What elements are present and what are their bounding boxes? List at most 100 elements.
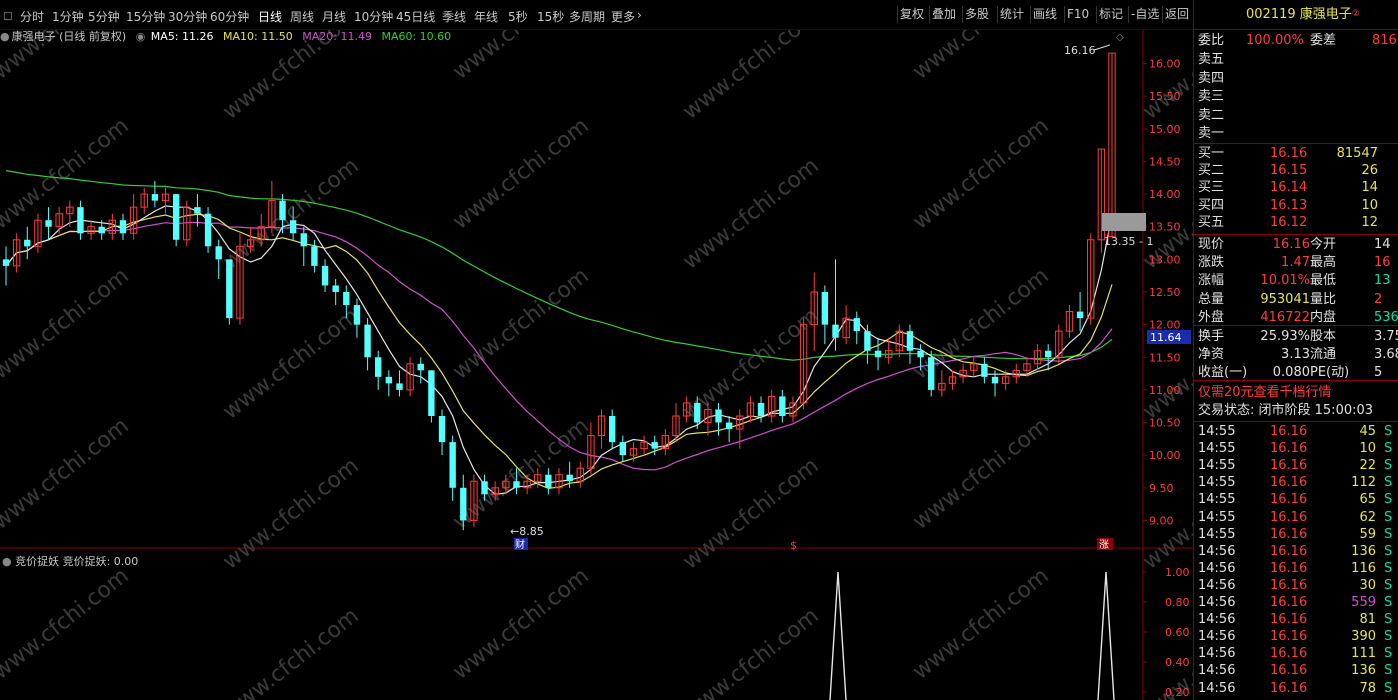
tick-time: 14:55	[1198, 475, 1236, 491]
toolbar-button[interactable]: -自选	[1128, 6, 1161, 23]
kline-chart[interactable]: www.cfchi.com www.cfchi.com www.cfchi.com w…	[0, 0, 1193, 700]
promo-text[interactable]: 仅需20元查看千档行情	[1198, 385, 1332, 400]
ma20-label: MA20: 11.49	[302, 30, 372, 43]
tick-price: 16.16	[1270, 509, 1308, 525]
tick-side: S	[1384, 543, 1393, 559]
toolbar-button[interactable]: 复权	[897, 6, 926, 23]
stat-row: 外盘 416722内盘 5363	[1198, 309, 1398, 326]
tick-volume: 136	[1351, 663, 1376, 679]
buy-row: 买四 16.13 10	[1198, 197, 1378, 214]
promo-row[interactable]: 仅需20元查看千档行情	[1198, 384, 1332, 401]
period-tab[interactable]: 5秒	[508, 8, 528, 25]
tick-price: 16.16	[1270, 646, 1308, 662]
stat-value: 1.47	[1281, 255, 1310, 271]
buy-volume: 26	[1361, 163, 1378, 179]
stat-label: 最高	[1310, 255, 1337, 271]
period-tab[interactable]: 日线	[258, 8, 282, 25]
ma5-label: MA5: 11.26	[150, 30, 214, 43]
stat-value: 14	[1374, 237, 1391, 252]
watermark-text: www.cfchi.com	[218, 603, 363, 700]
sub-indicator-name: 竞价捉妖	[15, 555, 60, 568]
stat-value: 25.93%	[1260, 329, 1310, 344]
period-tab[interactable]: 月线	[322, 8, 346, 25]
tick-volume: 59	[1359, 526, 1376, 542]
toolbar-button[interactable]: 返回	[1162, 6, 1191, 23]
period-tab[interactable]: 15分钟	[126, 8, 165, 25]
period-tab[interactable]: 30分钟	[168, 8, 207, 25]
weicha-label: 委差	[1310, 33, 1337, 48]
tick-volume: 62	[1359, 509, 1376, 525]
candle-body	[545, 474, 552, 488]
tick-side: S	[1384, 441, 1393, 457]
sell-row: 卖一	[1198, 125, 1224, 142]
stat-value: 5	[1374, 365, 1383, 381]
watermark-text: www.cfchi.com	[448, 563, 593, 684]
toolbar-button[interactable]: 叠加	[929, 6, 958, 23]
watermark-text: www.cfchi.com	[0, 113, 134, 234]
candle-body	[45, 220, 52, 227]
candle-body	[481, 481, 488, 495]
tick-row: 14:55 16.16 10 S	[1198, 440, 1392, 457]
toolbar-button[interactable]: 多股	[962, 6, 991, 23]
candle-body	[172, 194, 180, 240]
candle-body	[375, 357, 382, 377]
candle-body	[77, 207, 84, 234]
candle-body	[821, 292, 829, 325]
toolbar-button[interactable]: 统计	[997, 6, 1026, 23]
period-tab[interactable]: 45日线	[396, 8, 435, 25]
toolbar-button[interactable]: 画线	[1030, 6, 1059, 23]
toolbar-button[interactable]: 标记	[1096, 6, 1125, 23]
price-tick-label: 12.00	[1149, 319, 1181, 332]
tick-price: 16.16	[1270, 629, 1308, 645]
period-tab[interactable]: 10分钟	[354, 8, 393, 25]
sub-tick-label: 0.20	[1165, 686, 1190, 699]
stat-label: 现价	[1198, 237, 1225, 252]
watermark-text: www.cfchi.com	[908, 113, 1053, 234]
period-tab[interactable]: 1分钟	[52, 8, 84, 25]
stock-code: 002119	[1246, 7, 1296, 22]
stat-value: 10.01%	[1260, 273, 1310, 289]
tick-time: 14:55	[1198, 424, 1236, 439]
period-tab[interactable]: 多周期	[569, 8, 605, 25]
period-tab[interactable]: 5分钟	[88, 8, 120, 25]
period-tab[interactable]: 年线	[474, 8, 498, 25]
period-tab[interactable]: 15秒	[537, 8, 564, 25]
stock-name: 康强电子	[1299, 7, 1352, 22]
toolbar-button[interactable]: F10	[1064, 6, 1091, 23]
price-tick-label: 10.00	[1149, 449, 1181, 462]
tick-row: 14:56 16.16 136 S	[1198, 662, 1392, 679]
tick-price: 16.16	[1270, 526, 1308, 542]
period-tab[interactable]: 60分钟	[210, 8, 249, 25]
candle-body	[874, 350, 882, 358]
more-chevron-icon[interactable]: ›	[637, 8, 642, 22]
info-circle-icon[interactable]: ◉	[136, 30, 146, 43]
price-tick-label: 14.50	[1149, 155, 1181, 168]
period-tab[interactable]: 更多	[611, 8, 635, 25]
candle-body	[991, 376, 999, 384]
tick-volume: 116	[1351, 560, 1376, 576]
stat-label: 量比	[1310, 291, 1337, 307]
period-tab[interactable]: 分时	[20, 8, 44, 25]
candle-body	[513, 481, 520, 488]
high-price-arrow	[1093, 44, 1111, 51]
high-price-label: 16.16	[1064, 44, 1096, 57]
toggle-panel-icon[interactable]: ◻	[3, 8, 13, 22]
tick-row: 14:56 16.16 559 S	[1198, 594, 1392, 611]
tick-volume: 45	[1359, 424, 1376, 439]
candle-body	[119, 220, 127, 234]
price-tick-label: 13.50	[1149, 221, 1181, 234]
period-tab[interactable]: 季线	[442, 8, 466, 25]
tick-volume: 390	[1351, 629, 1376, 645]
candle-body	[98, 226, 105, 234]
sell-row: 卖三	[1198, 88, 1224, 105]
tick-side: S	[1384, 509, 1393, 525]
low-price-label: ←8.85	[510, 525, 544, 538]
candle-body	[215, 246, 222, 260]
candle-body	[981, 363, 988, 377]
period-tab[interactable]: 周线	[290, 8, 314, 25]
buy-row: 买一 16.16 81547	[1198, 145, 1378, 162]
buy-row: 买五 16.12 12	[1198, 214, 1378, 231]
watermark-text: www.cfchi.com	[0, 563, 134, 684]
tick-side: S	[1384, 458, 1393, 474]
cursor-price-label: 11.64	[1150, 331, 1182, 344]
